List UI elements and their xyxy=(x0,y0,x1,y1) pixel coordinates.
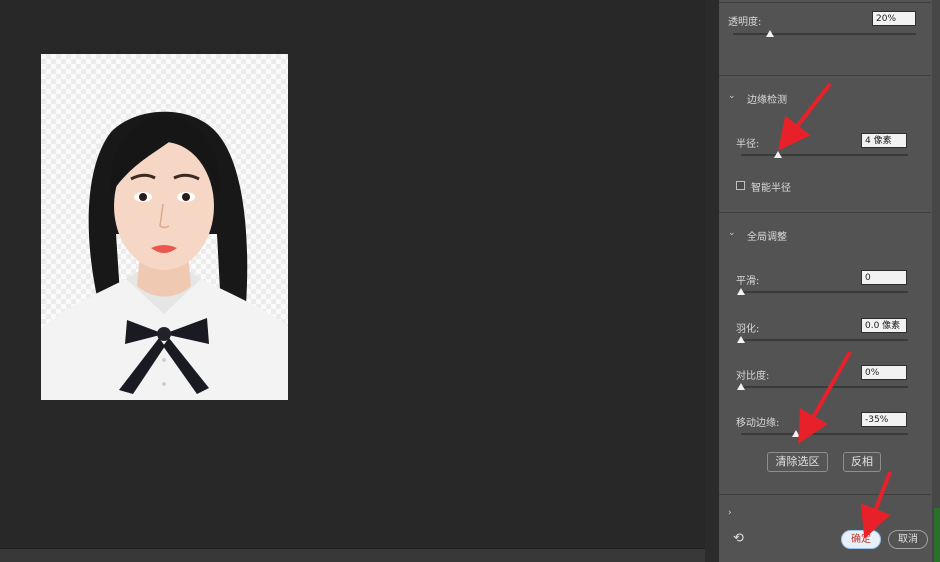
smooth-slider-thumb[interactable] xyxy=(737,288,745,295)
smooth-label: 平滑: xyxy=(736,276,760,287)
document-canvas[interactable] xyxy=(0,0,705,548)
smart-radius-checkbox[interactable] xyxy=(736,181,745,190)
chevron-down-icon[interactable]: ⌄ xyxy=(728,228,736,238)
feather-value-field[interactable]: 0.0 像素 xyxy=(861,318,907,333)
ok-button[interactable]: 确定 xyxy=(841,530,881,549)
opacity-label: 透明度: xyxy=(728,17,762,28)
shift-edge-value-field[interactable]: -35% xyxy=(861,412,907,427)
portrait-photo xyxy=(41,54,288,400)
clear-selection-button[interactable]: 清除选区 xyxy=(767,452,828,472)
select-and-mask-properties-panel: 透明度: 20% ⌄ 边缘检测 半径: 4 像素 智能半径 ⌄ 全局调整 平滑:… xyxy=(719,0,940,562)
radius-value-field[interactable]: 4 像素 xyxy=(861,133,907,148)
contrast-value-field[interactable]: 0% xyxy=(861,365,907,380)
opacity-slider-track[interactable] xyxy=(733,33,916,35)
section-separator xyxy=(719,494,931,495)
section-separator xyxy=(719,2,931,3)
radius-slider-track[interactable] xyxy=(741,154,908,156)
chevron-down-icon[interactable]: ⌄ xyxy=(728,91,736,101)
horizontal-scrollbar[interactable] xyxy=(0,548,705,562)
reset-icon[interactable]: ⟲ xyxy=(733,531,744,546)
radius-slider-thumb[interactable] xyxy=(773,151,782,158)
contrast-slider-thumb[interactable] xyxy=(737,383,745,390)
feather-label: 羽化: xyxy=(736,324,760,335)
feather-slider-thumb[interactable] xyxy=(737,336,745,343)
contrast-slider-track[interactable] xyxy=(741,386,908,388)
vertical-scrollbar[interactable] xyxy=(932,0,940,562)
radius-label: 半径: xyxy=(736,139,760,150)
opacity-value-field[interactable]: 20% xyxy=(872,11,916,26)
panel-divider xyxy=(705,0,719,562)
section-separator xyxy=(719,75,931,76)
contrast-label: 对比度: xyxy=(736,371,770,382)
edge-detection-heading[interactable]: 边缘检测 xyxy=(747,91,787,106)
chevron-right-icon[interactable]: › xyxy=(728,508,732,518)
feather-slider-track[interactable] xyxy=(741,339,908,341)
smart-radius-label[interactable]: 智能半径 xyxy=(751,179,791,194)
shift-edge-slider-thumb[interactable] xyxy=(792,430,801,437)
smooth-slider-track[interactable] xyxy=(741,291,908,293)
cancel-button[interactable]: 取消 xyxy=(888,530,928,549)
level-meter xyxy=(934,508,940,562)
opacity-slider-thumb[interactable] xyxy=(765,30,774,37)
shift-edge-label: 移动边缘: xyxy=(736,418,780,429)
section-separator xyxy=(719,212,931,213)
shift-edge-slider-track[interactable] xyxy=(741,433,908,435)
invert-button[interactable]: 反相 xyxy=(843,452,881,472)
global-refine-heading[interactable]: 全局调整 xyxy=(747,228,787,243)
smooth-value-field[interactable]: 0 xyxy=(861,270,907,285)
